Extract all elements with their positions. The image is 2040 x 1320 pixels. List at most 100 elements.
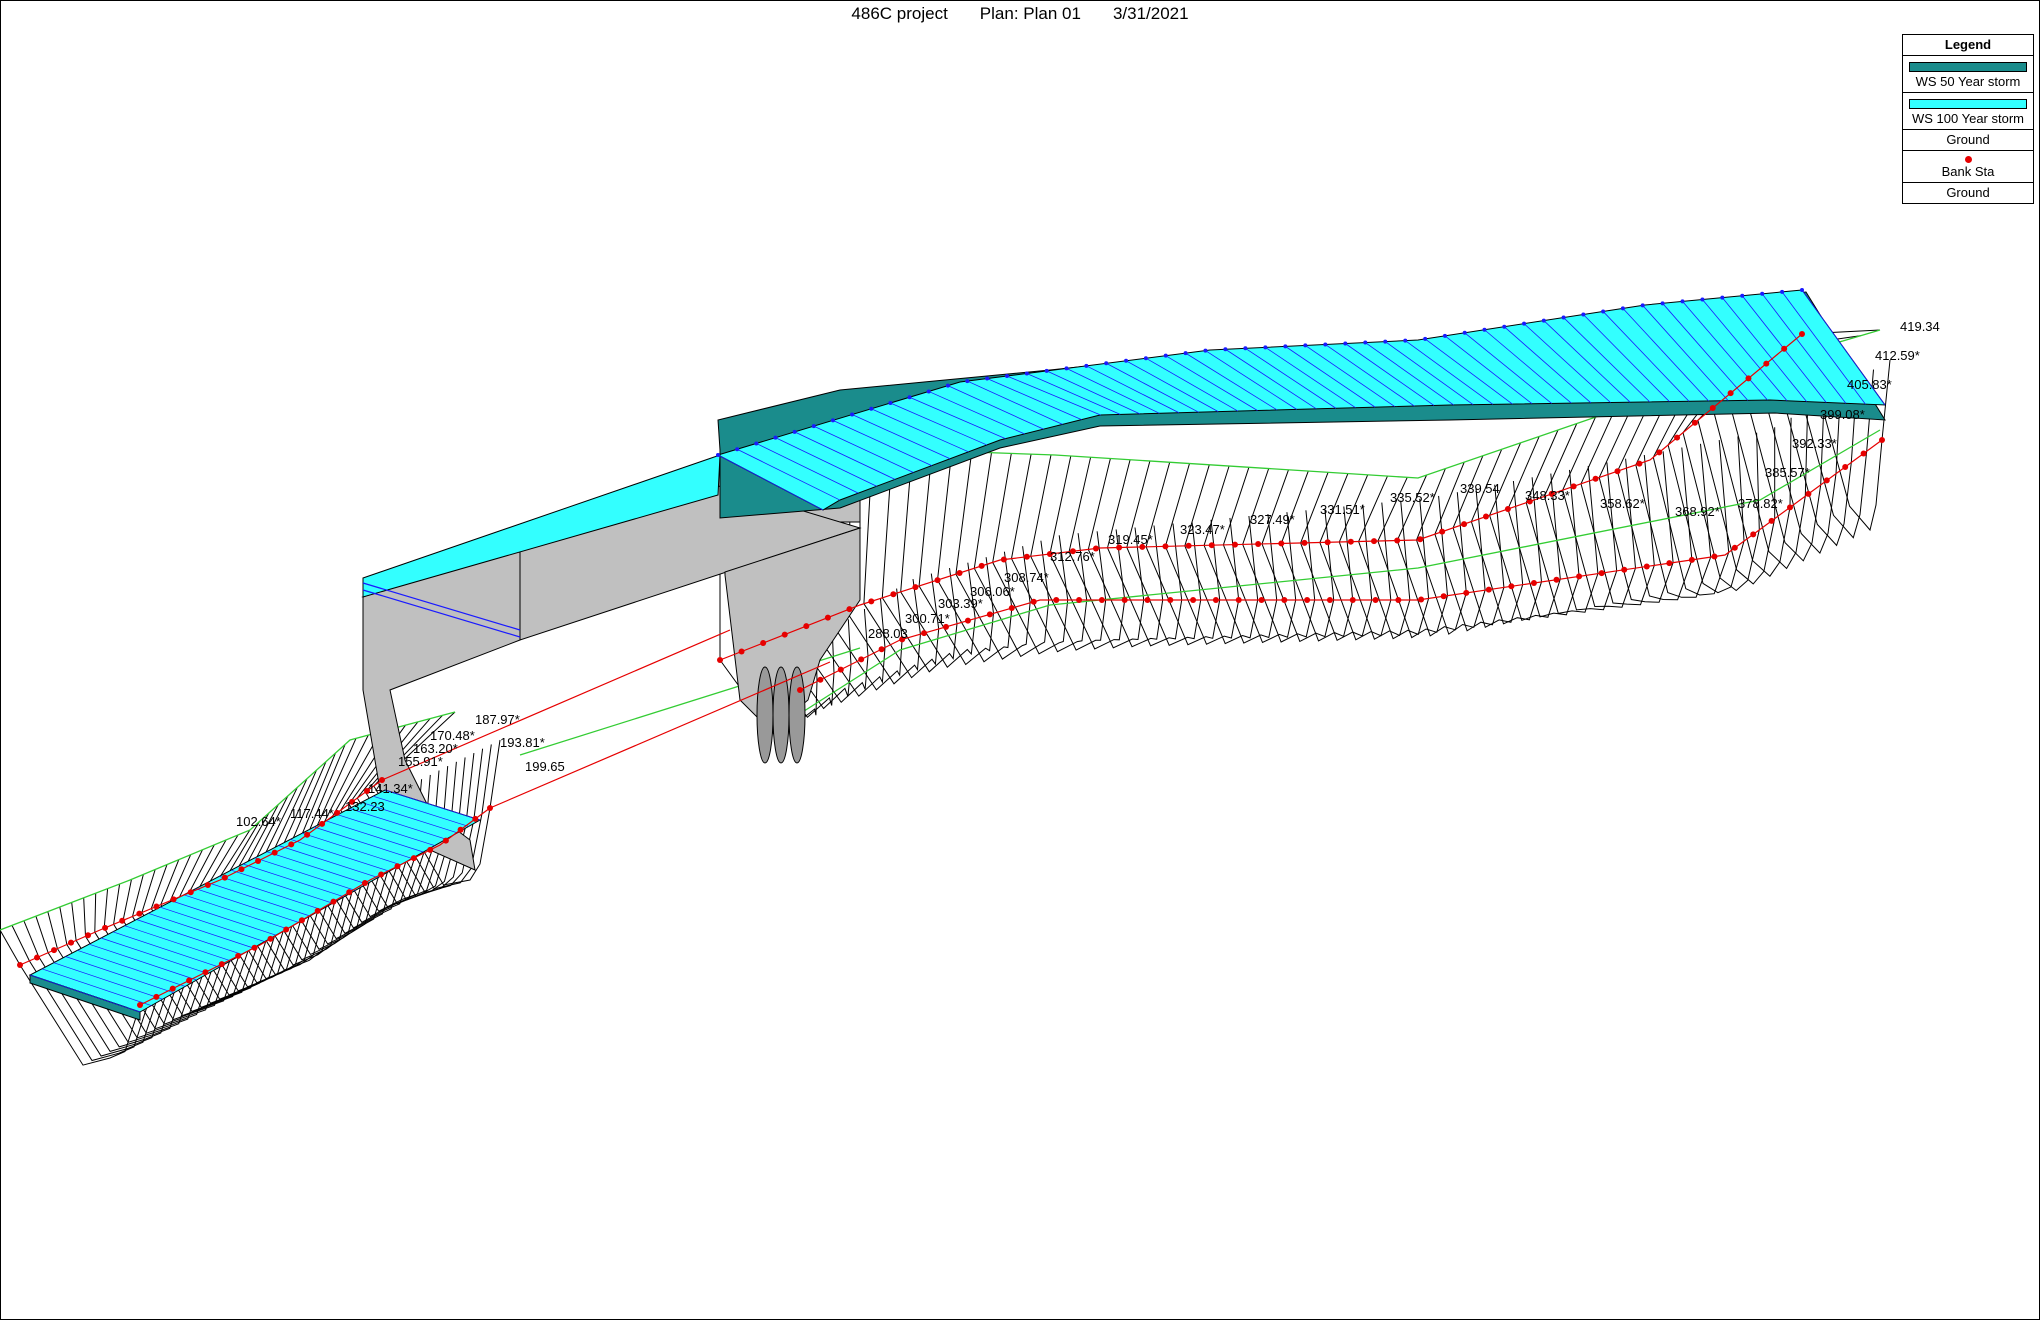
bank-right-dn-marker-21 bbox=[153, 993, 160, 1000]
xs-label-1: 117.44* bbox=[290, 806, 334, 821]
bank-left-dn-marker-4 bbox=[319, 820, 326, 827]
bank-left-dn-marker-15 bbox=[136, 910, 143, 917]
ws-marker-40 bbox=[1004, 373, 1009, 378]
bank-right-up-marker-9 bbox=[1711, 553, 1718, 560]
bank-right-up-marker-47 bbox=[858, 656, 865, 663]
ws-marker-41 bbox=[985, 376, 990, 381]
upstream-xs-31 bbox=[1261, 469, 1335, 643]
bank-left-dn-marker-10 bbox=[221, 874, 228, 881]
bank-left-up-marker-42 bbox=[890, 591, 897, 598]
bank-right-up-marker-30 bbox=[1235, 597, 1242, 603]
bank-left-dn-marker-7 bbox=[271, 849, 278, 856]
bank-left-up-marker-48 bbox=[760, 640, 767, 647]
ws-marker-6 bbox=[1680, 299, 1685, 304]
ws-marker-35 bbox=[1104, 361, 1109, 366]
ws-marker-51 bbox=[792, 429, 797, 434]
xs-label-24: 368.92* bbox=[1675, 504, 1720, 519]
bank-left-up-marker-38 bbox=[978, 562, 985, 569]
ws-marker-27 bbox=[1263, 345, 1268, 350]
bank-right-up-marker-33 bbox=[1167, 597, 1174, 603]
bank-left-dn-marker-12 bbox=[187, 889, 194, 896]
xs-label-6: 170.48* bbox=[430, 728, 475, 743]
xs-label-23: 358.62* bbox=[1600, 496, 1645, 511]
bank-left-dn-marker-6 bbox=[288, 841, 295, 848]
ws-marker-9 bbox=[1620, 306, 1625, 311]
bank-left-dn-marker-17 bbox=[102, 924, 109, 931]
ws-marker-55 bbox=[716, 453, 720, 457]
xs-label-20: 335.52* bbox=[1390, 490, 1435, 505]
bank-left-up-marker-8 bbox=[1656, 449, 1663, 456]
bank-left-up-marker-49 bbox=[738, 648, 745, 655]
bank-left-up-marker-3 bbox=[1745, 375, 1752, 382]
ws-marker-47 bbox=[869, 406, 874, 411]
bank-right-dn-marker-15 bbox=[251, 944, 258, 951]
xs-label-10: 288.03 bbox=[868, 626, 908, 641]
bank-left-up-marker-5 bbox=[1709, 404, 1716, 411]
bank-left-up-marker-45 bbox=[824, 614, 831, 621]
bank-left-up-marker-46 bbox=[803, 623, 810, 630]
xs-label-31: 419.34 bbox=[1900, 319, 1940, 334]
ws-marker-39 bbox=[1024, 371, 1029, 376]
bank-sta-marker bbox=[1964, 156, 1972, 163]
xs-label-7: 187.97* bbox=[475, 712, 520, 727]
bank-right-up-marker-14 bbox=[1598, 570, 1605, 577]
bank-left-up-marker-41 bbox=[912, 584, 919, 591]
ws-marker-33 bbox=[1143, 356, 1148, 361]
bank-right-up-marker-22 bbox=[1418, 596, 1425, 603]
ws-marker-31 bbox=[1183, 351, 1188, 356]
bank-left-dn-marker-14 bbox=[153, 903, 160, 910]
bank-left-up-marker-40 bbox=[934, 577, 941, 584]
bank-right-dn-marker-7 bbox=[378, 871, 385, 878]
xs-label-2: 132.23 bbox=[345, 799, 385, 814]
bank-left-up-marker-22 bbox=[1347, 538, 1354, 545]
legend: Legend WS 50 Year storm WS 100 Year stor… bbox=[1902, 34, 2034, 204]
bank-right-up-marker-24 bbox=[1372, 597, 1379, 603]
legend-label-ground: Ground bbox=[1946, 185, 1990, 200]
bank-right-dn-marker-14 bbox=[267, 935, 274, 942]
bank-left-dn-marker-16 bbox=[119, 917, 126, 924]
bank-right-up-marker-29 bbox=[1258, 597, 1265, 603]
bank-left-dn-marker-20 bbox=[51, 947, 58, 954]
xs-label-25: 378.82* bbox=[1738, 496, 1783, 511]
bank-right-dn-marker-20 bbox=[169, 985, 176, 992]
bank-left-up-marker-0 bbox=[1799, 331, 1805, 337]
bank-right-up-marker-6 bbox=[1768, 517, 1775, 524]
bank-right-up-marker-44 bbox=[921, 630, 928, 637]
bank-left-up-marker-21 bbox=[1371, 538, 1378, 545]
bank-right-up-marker-2 bbox=[1842, 463, 1849, 470]
bank-right-dn-marker-3 bbox=[442, 837, 449, 844]
legend-label-ws50: WS 50 Year storm bbox=[1915, 74, 2021, 89]
legend-item-ground: Ground bbox=[1903, 183, 2033, 203]
bank-left-up-marker-36 bbox=[1023, 553, 1030, 560]
bank-left-up-marker-1 bbox=[1781, 345, 1788, 352]
bank-left-up-marker-11 bbox=[1592, 475, 1599, 482]
ws-marker-4 bbox=[1720, 295, 1725, 300]
perspective-plot: 102.64* 117.44* 132.23 141.34* 155.91*163.20… bbox=[0, 288, 1940, 1066]
xs-label-27: 392.33* bbox=[1792, 436, 1837, 451]
ws-marker-36 bbox=[1084, 363, 1089, 368]
bank-right-up-marker-42 bbox=[964, 617, 971, 624]
bank-left-up-marker-4 bbox=[1727, 390, 1734, 397]
bank-right-dn-marker-4 bbox=[427, 846, 434, 853]
ws-marker-53 bbox=[754, 441, 759, 446]
bank-left-up-marker-19 bbox=[1417, 536, 1424, 543]
bank-right-up-marker-13 bbox=[1621, 566, 1628, 573]
bank-left-up-marker-29 bbox=[1185, 542, 1192, 549]
ws-marker-17 bbox=[1462, 330, 1467, 335]
bank-left-up-marker-23 bbox=[1324, 539, 1331, 546]
xs-label-3: 141.34* bbox=[368, 781, 413, 796]
bank-left-dn-marker-13 bbox=[170, 896, 177, 903]
bank-right-up-marker-3 bbox=[1823, 477, 1830, 484]
water-surface bbox=[28, 288, 1887, 1021]
xs-label-19: 331.51* bbox=[1320, 502, 1365, 517]
bank-left-up-marker-43 bbox=[868, 598, 875, 605]
bank-left-up-marker-10 bbox=[1614, 468, 1621, 475]
legend-item-ws50: WS 50 Year storm bbox=[1903, 56, 2033, 93]
bank-right-up-marker-27 bbox=[1304, 597, 1311, 603]
xs-label-5: 163.20* bbox=[413, 741, 458, 756]
legend-item-bank-sta: Bank Sta bbox=[1903, 151, 2033, 183]
bank-right-up-marker-8 bbox=[1731, 544, 1738, 551]
bank-right-up-marker-5 bbox=[1787, 504, 1794, 511]
ws-marker-24 bbox=[1323, 342, 1328, 347]
ws-marker-10 bbox=[1601, 309, 1606, 314]
